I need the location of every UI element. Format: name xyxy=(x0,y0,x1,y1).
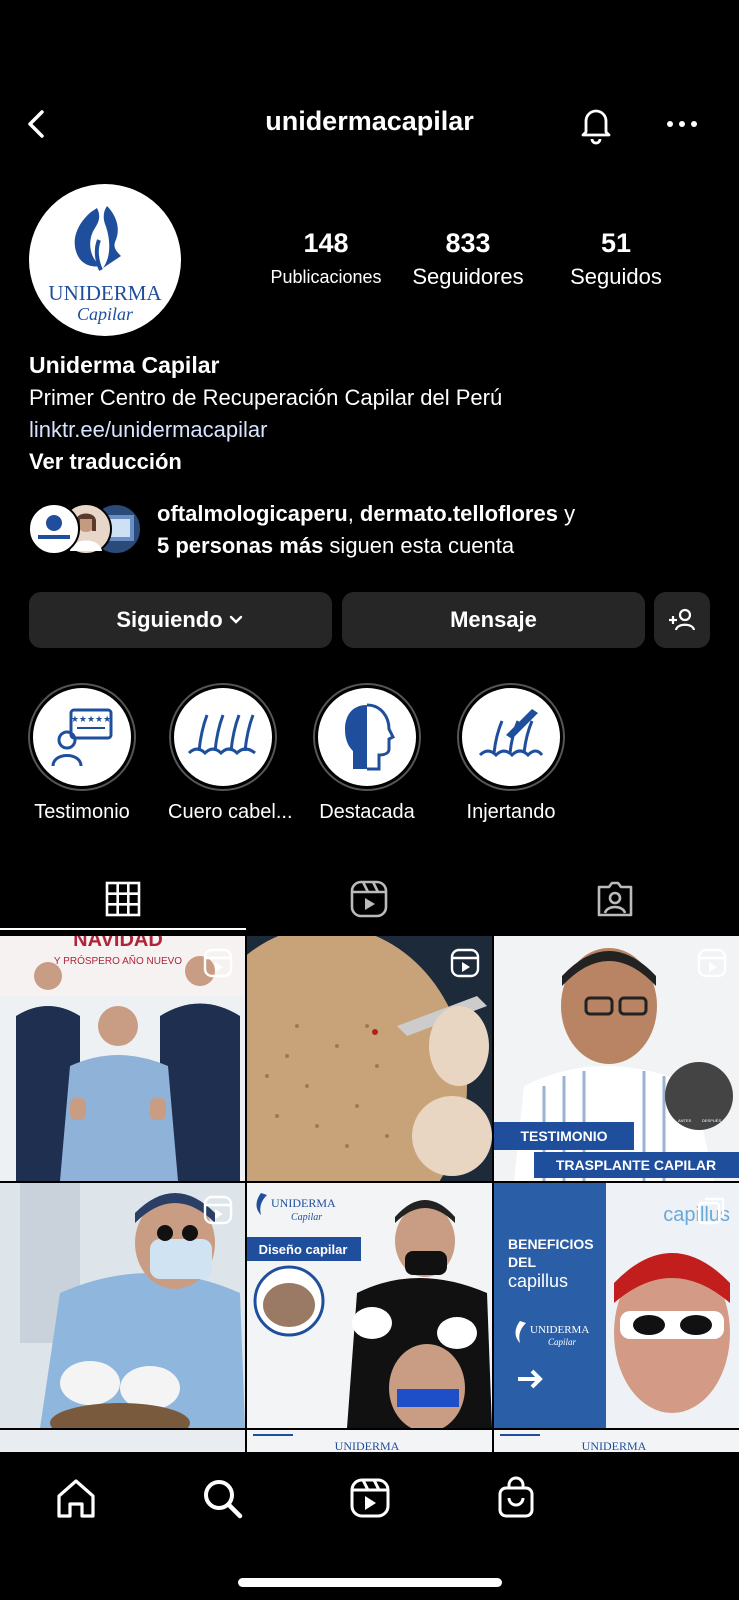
search-icon xyxy=(204,1480,243,1519)
highlight-injertando[interactable]: Injertando xyxy=(456,683,566,824)
following-button-label: Siguiendo xyxy=(116,607,223,632)
tab-posts-grid[interactable] xyxy=(0,868,246,930)
suggest-accounts-button[interactable] xyxy=(654,592,710,648)
hair-implant-icon xyxy=(478,709,544,758)
svg-text:Diseño capilar: Diseño capilar xyxy=(259,1242,348,1257)
svg-text:Capilar: Capilar xyxy=(291,1212,322,1223)
svg-text:DESPUÉS: DESPUÉS xyxy=(702,1118,721,1123)
followers-count: 833 xyxy=(445,228,491,258)
svg-text:UNIDERMA: UNIDERMA xyxy=(271,1196,336,1210)
svg-text:ANTES: ANTES xyxy=(678,1118,692,1123)
profile-avatar[interactable]: UNIDERMA Capilar xyxy=(29,184,181,336)
reel-indicator-icon xyxy=(697,948,727,978)
grid-icon xyxy=(105,881,141,917)
carousel-indicator-icon xyxy=(697,1197,725,1225)
uniderma-logo: UNIDERMA Capilar xyxy=(48,206,162,324)
notifications-button[interactable] xyxy=(574,102,618,146)
posts-label: Publicaciones xyxy=(270,267,382,287)
highlight-label: Destacada xyxy=(319,801,415,823)
highlight-cuero-cabelludo[interactable]: Cuero cabel... xyxy=(168,683,293,824)
svg-text:UNIDERMA: UNIDERMA xyxy=(530,1324,589,1336)
tab-tagged[interactable] xyxy=(492,868,738,930)
highlight-testimonio[interactable]: ★★★★★ Testimonio xyxy=(27,683,137,824)
stat-followers[interactable]: 833 Seguidores xyxy=(400,228,536,292)
post-surgeon[interactable] xyxy=(0,1183,245,1428)
post-partial-2[interactable]: UNIDERMA xyxy=(247,1430,492,1452)
svg-text:★★★★★: ★★★★★ xyxy=(71,714,111,724)
post-partial-3[interactable]: UNIDERMA xyxy=(494,1430,739,1452)
more-dots-icon xyxy=(667,121,697,127)
svg-text:TESTIMONIO: TESTIMONIO xyxy=(520,1128,607,1144)
chevron-down-icon xyxy=(229,615,242,624)
svg-text:TRASPLANTE CAPILAR: TRASPLANTE CAPILAR xyxy=(556,1157,716,1173)
highlight-label: Testimonio xyxy=(34,801,130,823)
stat-following[interactable]: 51 Seguidos xyxy=(548,228,684,292)
home-icon xyxy=(57,1479,95,1518)
profile-link[interactable]: linktr.ee/unidermacapilar xyxy=(29,417,267,443)
highlight-label: Injertando xyxy=(466,801,556,823)
svg-text:UNIDERMA: UNIDERMA xyxy=(582,1439,647,1452)
post-diseno-capilar[interactable]: UNIDERMA Capilar Diseño capilar xyxy=(247,1183,492,1428)
reel-indicator-icon xyxy=(203,948,233,978)
face-profile-icon xyxy=(345,703,396,771)
tagged-person-icon xyxy=(597,881,633,917)
svg-text:capillus: capillus xyxy=(508,1271,568,1291)
reel-indicator-icon xyxy=(450,948,480,978)
testimonial-icon: ★★★★★ xyxy=(51,708,113,767)
svg-text:DEL: DEL xyxy=(508,1254,536,1270)
reel-indicator-icon xyxy=(203,1195,233,1225)
svg-text:NAVIDAD: NAVIDAD xyxy=(73,936,163,951)
profile-display-name: Uniderma Capilar xyxy=(29,352,220,378)
mutual-followers-avatars[interactable] xyxy=(28,503,146,555)
avatar xyxy=(28,503,80,555)
see-translation-link[interactable]: Ver traducción xyxy=(29,449,182,475)
post-beneficios-capillus[interactable]: capillus BENEFICIOS DEL capillus UNIDERM… xyxy=(494,1183,739,1428)
active-tab-indicator xyxy=(0,928,246,930)
nav-shop[interactable] xyxy=(494,1476,538,1520)
post-partial-1[interactable] xyxy=(0,1430,245,1452)
highlight-destacada[interactable]: Destacada xyxy=(312,683,422,824)
svg-text:BENEFICIOS: BENEFICIOS xyxy=(508,1236,594,1252)
highlight-label: Cuero cabel... xyxy=(168,801,293,823)
svg-text:Capilar: Capilar xyxy=(548,1337,577,1347)
followers-label: Seguidores xyxy=(412,264,524,289)
shopping-bag-icon xyxy=(498,1476,534,1518)
hair-follicle-icon xyxy=(187,714,256,756)
add-person-icon xyxy=(669,608,696,631)
nav-search[interactable] xyxy=(200,1476,244,1520)
profile-bio: Primer Centro de Recuperación Capilar de… xyxy=(29,385,503,410)
message-button-label: Mensaje xyxy=(450,607,537,632)
mutual-followers-text[interactable]: oftalmologicaperu, dermato.telloflores y… xyxy=(157,498,575,562)
post-testimonio[interactable]: ANTES DESPUÉS TESTIMONIO TRASPLANTE CAPI… xyxy=(494,936,739,1181)
nav-home[interactable] xyxy=(54,1476,98,1520)
post-scalp-closeup[interactable] xyxy=(247,936,492,1181)
stat-posts[interactable]: 148 Publicaciones xyxy=(258,228,394,292)
message-button[interactable]: Mensaje xyxy=(342,592,645,648)
svg-text:UNIDERMA: UNIDERMA xyxy=(48,281,162,305)
home-indicator xyxy=(238,1578,502,1587)
svg-text:UNIDERMA: UNIDERMA xyxy=(335,1439,400,1452)
reels-icon xyxy=(350,880,388,918)
following-count: 51 xyxy=(600,228,632,258)
reels-icon xyxy=(350,1478,390,1518)
following-button[interactable]: Siguiendo xyxy=(29,592,332,648)
bell-icon xyxy=(581,109,611,145)
svg-text:Y PRÓSPERO AÑO NUEVO: Y PRÓSPERO AÑO NUEVO xyxy=(54,954,182,967)
tab-reels[interactable] xyxy=(246,868,492,930)
following-label: Seguidos xyxy=(570,264,662,289)
more-options-button[interactable] xyxy=(660,104,704,144)
svg-text:Capilar: Capilar xyxy=(77,304,134,324)
post-navidad[interactable]: NAVIDAD Y PRÓSPERO AÑO NUEVO xyxy=(0,936,245,1181)
profile-username: unidermacapilar xyxy=(265,106,474,136)
nav-reels[interactable] xyxy=(348,1476,392,1520)
posts-count: 148 xyxy=(303,228,349,258)
